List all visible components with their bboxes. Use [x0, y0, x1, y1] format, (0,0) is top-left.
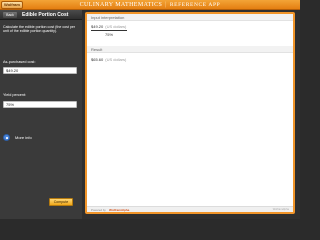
- app-subtitle: REFERENCE APP: [169, 2, 221, 8]
- input-interpretation-title: Input interpretation: [87, 14, 293, 21]
- results-card: Input interpretation $49.20 (US dollars) …: [85, 12, 295, 214]
- powered-by-label: Powered by: [91, 208, 106, 212]
- calculator-description: Calculate the edible portion cost (the c…: [3, 25, 76, 34]
- result-unit: (US dollars): [105, 57, 127, 62]
- as-purchased-cost-input[interactable]: $49.20: [3, 67, 77, 74]
- more-info-label: More info: [15, 135, 32, 140]
- app-title-text: CULINARY MATHEMATICS: [79, 2, 163, 8]
- input-interpretation-numerator: $49.20 (US dollars): [87, 24, 293, 29]
- more-info-radio-icon: [3, 134, 10, 141]
- yield-percent-label: Yield percent:: [3, 93, 27, 97]
- app-header-bar: Wolfram CULINARY MATHEMATICS | REFERENCE A…: [0, 0, 300, 10]
- more-info-button[interactable]: More info: [3, 134, 79, 142]
- numerator-value: $49.20: [91, 24, 104, 29]
- input-interpretation-denominator: 75%: [105, 32, 114, 37]
- back-button[interactable]: Back: [3, 12, 17, 18]
- result-value-row: $65.60 (US dollars): [87, 57, 293, 62]
- results-footer: Powered by WolframAlpha WolframAlpha: [87, 206, 293, 212]
- as-purchased-cost-label: As-purchased cost:: [3, 60, 36, 64]
- input-panel-header: Back Edible Portion Cost: [0, 10, 82, 20]
- numerator-unit: (US dollars): [105, 24, 127, 29]
- input-panel: Back Edible Portion Cost Calculate the e…: [0, 10, 82, 219]
- compute-button[interactable]: Compute: [49, 198, 73, 206]
- yield-percent-input[interactable]: 75%: [3, 101, 77, 108]
- app-title: CULINARY MATHEMATICS | REFERENCE APP: [0, 0, 300, 10]
- footer-right-tag: WolframAlpha: [272, 208, 289, 211]
- calculator-title: Edible Portion Cost: [22, 12, 69, 18]
- result-value: $65.60: [91, 57, 104, 62]
- wolframalpha-logo[interactable]: WolframAlpha: [109, 207, 129, 213]
- fraction-bar: [91, 30, 127, 31]
- result-title: Result: [87, 46, 293, 53]
- title-separator: |: [165, 2, 167, 8]
